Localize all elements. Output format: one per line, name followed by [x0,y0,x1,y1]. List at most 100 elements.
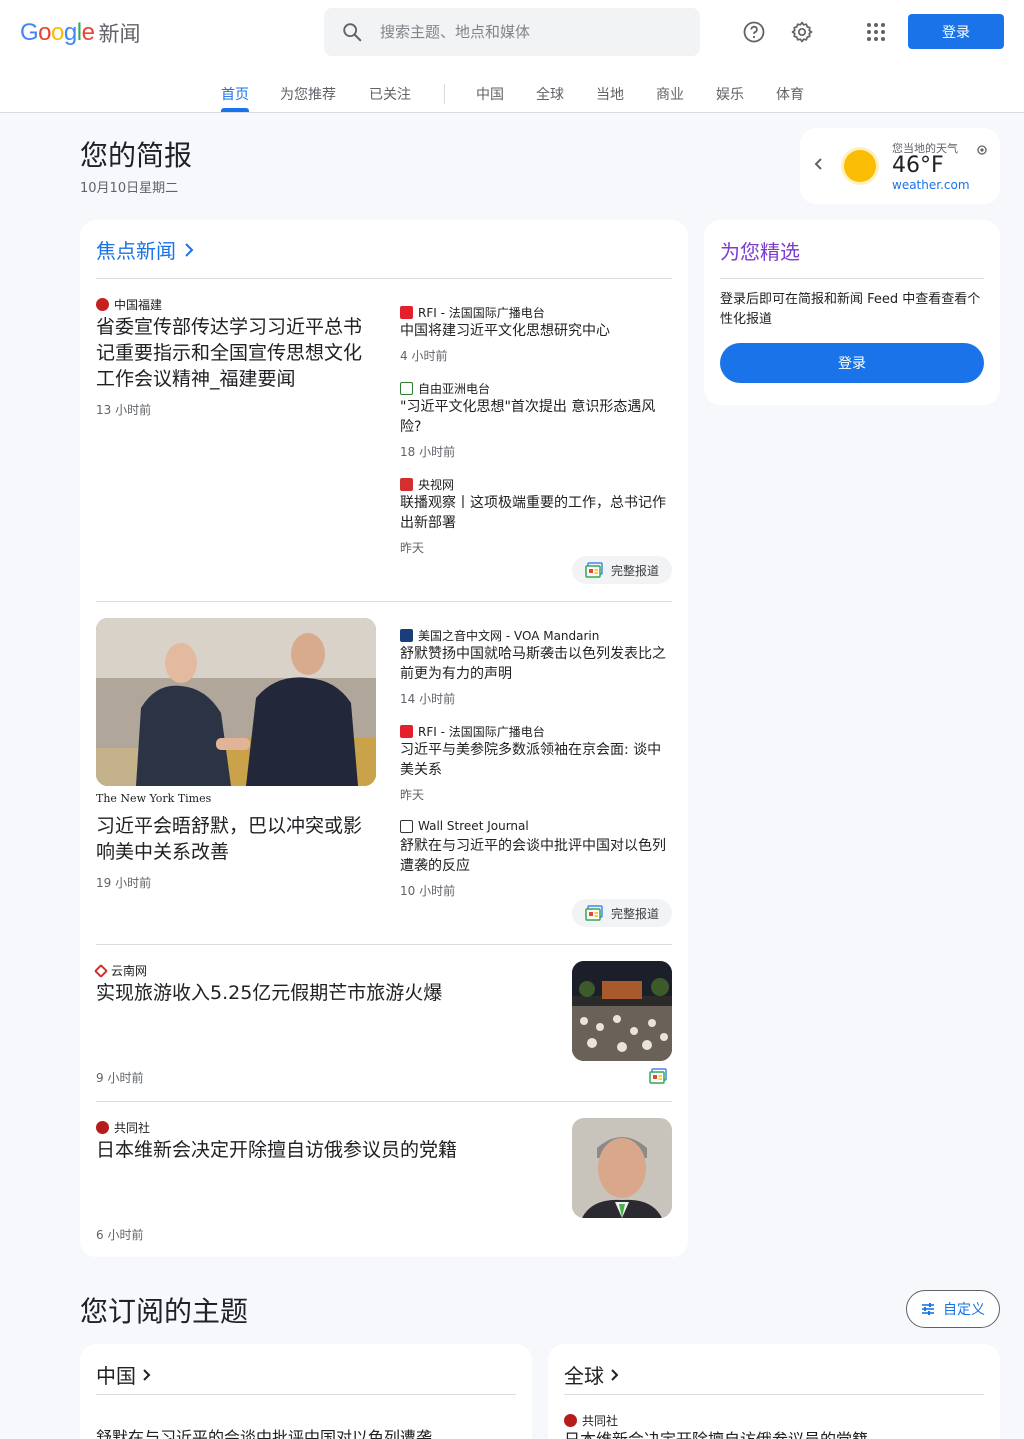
full-coverage-button[interactable]: 完整报道 [572,556,672,584]
tab-divider [444,84,445,104]
section-divider [96,1101,672,1102]
headline-link[interactable]: "习近平文化思想"首次提出 意识形态遇风险? [400,397,672,437]
chevron-left-icon[interactable] [814,156,824,175]
signin-button[interactable]: 登录 [908,14,1004,49]
headline-link[interactable]: 日本维新会决定开除擅自访俄参议员的党籍 [96,1137,556,1163]
chevron-right-icon [611,1368,619,1381]
source-label: 美国之音中文网 - VOA Mandarin [400,627,599,644]
source-label: 中国福建 [96,296,162,313]
weather-widget[interactable]: 您当地的天气 46°F weather.com [800,128,1000,204]
section-divider [564,1394,984,1395]
top-bar: Google 新闻 登录 首页 为您推荐 已关注 中国 全球 当地 商业 娱乐 … [0,0,1024,113]
nyt-logo: The New York Times [96,792,212,805]
headline-link[interactable]: 舒默赞扬中国就哈马斯袭击以色列发表比之前更为有力的声明 [400,644,672,684]
picks-title: 为您精选 [720,240,800,264]
source-label: Wall Street Journal [400,819,529,833]
tab-world[interactable]: 全球 [536,84,564,104]
rfa-logo-icon [400,382,413,395]
search-bar[interactable] [324,8,700,56]
headline-link[interactable]: 舒默在与习近平的会谈中批评中国对以色列遭袭 [96,1428,516,1439]
rfi-logo-icon [400,306,413,319]
top-stories-card: 焦点新闻 中国福建 省委宣传部传达学习习近平总书记重要指示和全国宣传思想文化工作… [80,220,688,1257]
picks-signin-button[interactable]: 登录 [720,343,984,383]
google-news-logo[interactable]: Google 新闻 [20,18,140,48]
headline-link[interactable]: 日本维新会决定开除擅自访俄参议员的党籍 [564,1430,984,1439]
tab-sports[interactable]: 体育 [776,84,804,104]
topic-card-china: 中国 舒默在与习近平的会谈中批评中国对以色列遭袭 [80,1344,532,1439]
timestamp: 14 小时前 [400,692,456,706]
timestamp: 4 小时前 [400,349,448,363]
rfi-logo-icon [400,725,413,738]
picks-description: 登录后即可在简报和新闻 Feed 中查看查看个性化报道 [720,292,981,327]
tab-for-you[interactable]: 为您推荐 [280,84,336,104]
headline-link[interactable]: 省委宣传部传达学习习近平总书记重要指示和全国宣传思想文化工作会议精神_福建要闻 [96,314,378,392]
weather-temperature: 46°F [892,153,944,178]
tab-business[interactable]: 商业 [656,84,684,104]
timestamp: 13 小时前 [96,403,152,417]
search-input[interactable] [380,23,680,41]
timestamp: 18 小时前 [400,445,456,459]
timestamp: 19 小时前 [96,876,152,890]
customize-button[interactable]: 自定义 [906,1290,1000,1328]
news-wordmark: 新闻 [98,22,141,46]
timestamp: 6 小时前 [96,1228,144,1242]
topics-title: 您订阅的主题 [80,1295,249,1328]
cctv-logo-icon [400,478,413,491]
location-target-icon[interactable] [976,141,988,155]
source-label: 云南网 [93,962,147,979]
section-divider [96,278,672,279]
headline-link[interactable]: 习近平与美参院多数派领袖在京会面: 谈中美关系 [400,740,672,780]
full-coverage-icon [585,562,603,578]
chevron-right-icon [143,1368,151,1381]
section-divider [720,278,984,279]
timestamp: 昨天 [400,788,425,802]
help-icon[interactable] [738,16,770,48]
headline-link[interactable]: 舒默在与习近平的会谈中批评中国对以色列遭袭的反应 [400,836,672,876]
yunnan-net-logo-icon [93,963,109,978]
section-divider [96,944,672,945]
briefing-date: 10月10日星期二 [80,181,179,196]
source-label: 共同社 [96,1119,150,1136]
sunny-weather-icon [840,146,880,186]
section-divider [96,1394,516,1395]
briefing-title: 您的简报 [80,139,193,172]
politician-portrait-image[interactable] [572,1118,672,1218]
tab-home[interactable]: 首页 [221,84,249,104]
chevron-right-icon [185,242,194,257]
topic-world-link[interactable]: 全球 [564,1360,619,1389]
headline-link[interactable]: 中国将建习近平文化思想研究中心 [400,321,672,341]
tab-entertainment[interactable]: 娱乐 [716,84,744,104]
full-coverage-button[interactable]: 完整报道 [572,899,672,927]
top-stories-title: 焦点新闻 [96,239,176,263]
tab-following[interactable]: 已关注 [369,84,411,104]
tune-sliders-icon [922,1303,934,1315]
fujian-emblem-icon [96,298,109,311]
section-divider [96,601,672,602]
timestamp: 昨天 [400,541,425,555]
source-label: RFI - 法国国际广播电台 [400,723,545,740]
timestamp: 9 小时前 [96,1071,144,1085]
headline-link[interactable]: 实现旅游收入5.25亿元假期芒市旅游火爆 [96,980,556,1006]
wsj-logo-icon [400,819,413,833]
full-coverage-icon [585,905,603,921]
top-stories-link[interactable]: 焦点新闻 [96,235,194,264]
apps-grid-icon[interactable] [860,16,892,48]
full-coverage-icon[interactable] [649,1068,667,1088]
topic-china-link[interactable]: 中国 [96,1360,151,1389]
headline-link[interactable]: 习近平会晤舒默，巴以冲突或影响美中关系改善 [96,813,378,865]
weather-source-link[interactable]: weather.com [892,178,970,192]
headline-link[interactable]: 联播观察丨这项极端重要的工作，总书记作出新部署 [400,493,672,533]
source-label: 自由亚洲电台 [400,380,490,397]
search-icon[interactable] [324,21,380,43]
tab-local[interactable]: 当地 [596,84,624,104]
source-label: RFI - 法国国际广播电台 [400,304,545,321]
schumer-xi-handshake-image[interactable] [96,618,376,786]
timestamp: 10 小时前 [400,884,456,898]
kyodo-logo-icon [96,1121,109,1134]
tab-china[interactable]: 中国 [476,84,504,104]
settings-gear-icon[interactable] [786,16,818,48]
kyodo-logo-icon [564,1414,577,1427]
voa-logo-icon [400,629,413,642]
section-tabs: 首页 为您推荐 已关注 中国 全球 当地 商业 娱乐 体育 [0,70,1024,113]
mangshi-crowd-image[interactable] [572,961,672,1061]
